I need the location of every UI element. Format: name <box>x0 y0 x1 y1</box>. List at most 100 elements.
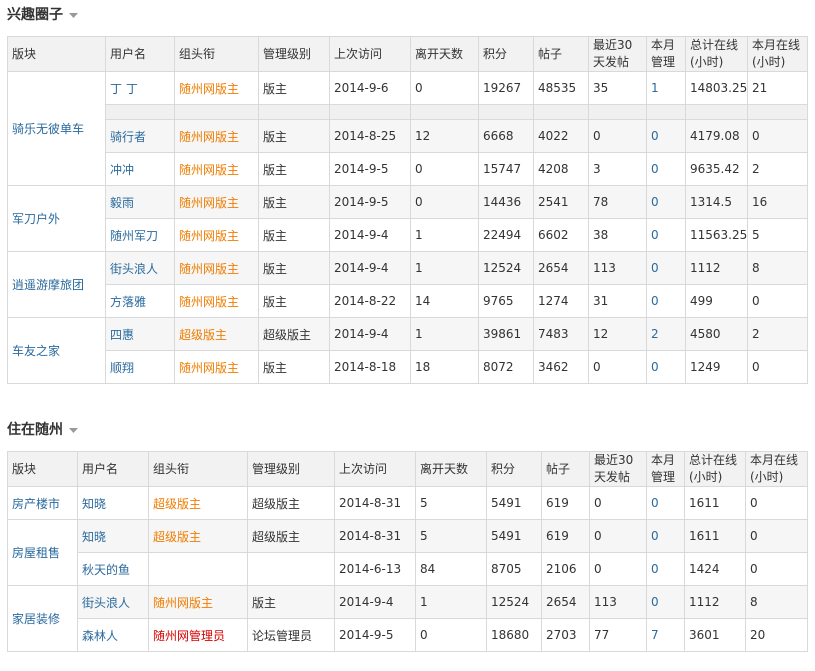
total-online-cell: 14803.25 <box>685 71 748 105</box>
forum-name-link[interactable]: 逍遥游摩旅团 <box>7 251 106 318</box>
rank-title-cell[interactable]: 超级版主 <box>148 519 248 553</box>
rank-title-cell[interactable]: 随州网版主 <box>174 119 259 153</box>
spacer-cell <box>533 104 589 120</box>
forum-name-link[interactable]: 房产楼市 <box>7 486 78 520</box>
column-header-total-online[interactable]: 总计在线(小时) <box>685 36 748 72</box>
table-row: 家居装修 街头浪人 随州网版主 版主 2014-9-4 1 12524 2654 113 0 111… <box>7 585 808 652</box>
username-cell[interactable]: 随州军刀 <box>105 218 175 252</box>
column-header-forum[interactable]: 版块 <box>7 36 106 72</box>
username-cell[interactable]: 秋天的鱼 <box>77 552 149 586</box>
monthly-online-cell: 2 <box>747 317 808 351</box>
column-header-forum[interactable]: 版块 <box>7 451 78 487</box>
posts-cell: 7483 <box>533 317 589 351</box>
column-header-recent-posts[interactable]: 最近30天发帖 <box>589 451 647 487</box>
last-visit-cell: 2014-8-25 <box>329 119 411 153</box>
monthly-online-cell: 0 <box>745 519 808 553</box>
column-header-username[interactable]: 用户名 <box>105 36 175 72</box>
column-header-last-visit[interactable]: 上次访问 <box>334 451 416 487</box>
table-row: 方落雅 随州网版主 版主 2014-8-22 14 9765 1274 31 0 499 0 <box>8 284 808 318</box>
rank-title-cell[interactable]: 随州网版主 <box>174 185 259 219</box>
spacer-cell <box>105 104 175 120</box>
username-cell[interactable]: 冲冲 <box>105 152 175 186</box>
last-visit-cell: 2014-6-13 <box>334 552 416 586</box>
rank-title-cell[interactable]: 超级版主 <box>148 486 248 520</box>
posts-cell: 6602 <box>533 218 589 252</box>
username-cell[interactable]: 街头浪人 <box>105 251 175 285</box>
section-title-live-in-suizhou[interactable]: 住在随州 <box>7 420 78 440</box>
posts-cell: 2106 <box>541 552 590 586</box>
points-cell: 14436 <box>478 185 534 219</box>
spacer-cell <box>174 104 259 120</box>
username-cell[interactable]: 方落雅 <box>105 284 175 318</box>
days-away-cell: 0 <box>410 71 479 105</box>
username-cell[interactable]: 四惠 <box>105 317 175 351</box>
column-header-posts[interactable]: 帖子 <box>533 36 589 72</box>
section-title-interest-circle[interactable]: 兴趣圈子 <box>7 5 78 25</box>
forum-name-link[interactable]: 房屋租售 <box>7 519 78 586</box>
username-cell[interactable]: 骑行者 <box>105 119 175 153</box>
username-cell[interactable]: 街头浪人 <box>77 585 149 619</box>
rank-title-cell[interactable] <box>148 552 248 586</box>
column-header-rank-title[interactable]: 组头衔 <box>174 36 259 72</box>
monthly-admin-cell: 0 <box>646 284 686 318</box>
forum-name-link[interactable]: 军刀户外 <box>7 185 106 252</box>
points-cell: 8705 <box>486 552 542 586</box>
total-online-cell: 11563.25 <box>685 218 748 252</box>
caret-down-icon[interactable] <box>69 420 78 440</box>
username-cell[interactable]: 知晓 <box>77 519 149 553</box>
posts-cell: 4208 <box>533 152 589 186</box>
username-cell[interactable]: 森林人 <box>77 618 149 652</box>
username-cell[interactable]: 丁 丁 <box>105 71 175 105</box>
username-cell[interactable]: 顺翔 <box>105 350 175 384</box>
column-header-monthly-online[interactable]: 本月在线(小时) <box>747 36 808 72</box>
rank-title-cell[interactable]: 随州网版主 <box>174 71 259 105</box>
column-header-admin-level[interactable]: 管理级别 <box>247 451 335 487</box>
username-cell[interactable]: 毅雨 <box>105 185 175 219</box>
column-header-monthly-admin[interactable]: 本月管理 <box>646 451 685 487</box>
username-cell[interactable]: 知晓 <box>77 486 149 520</box>
table-row: 森林人 随州网管理员 论坛管理员 2014-9-5 0 18680 2703 77 7 3601 2… <box>8 618 808 652</box>
column-header-recent-posts[interactable]: 最近30天发帖 <box>588 36 647 72</box>
column-header-days-away[interactable]: 离开天数 <box>410 36 479 72</box>
forum-name-link[interactable]: 家居装修 <box>7 585 78 652</box>
column-header-last-visit[interactable]: 上次访问 <box>329 36 411 72</box>
column-header-days-away[interactable]: 离开天数 <box>415 451 487 487</box>
rank-title-cell[interactable]: 随州网版主 <box>174 350 259 384</box>
days-away-cell: 1 <box>410 317 479 351</box>
rank-title-cell[interactable]: 随州网管理员 <box>148 618 248 652</box>
total-online-cell: 9635.42 <box>685 152 748 186</box>
last-visit-cell: 2014-9-4 <box>329 317 411 351</box>
rank-title-cell[interactable]: 随州网版主 <box>174 218 259 252</box>
forum-moderator-table-2: 版块 用户名 组头衔 管理级别 上次访问 离开天数 积分 帖子 最近30天发帖 本月管理 总计在线(… <box>7 451 808 652</box>
monthly-online-cell: 0 <box>745 552 808 586</box>
rank-title-cell[interactable]: 随州网版主 <box>174 284 259 318</box>
monthly-admin-cell: 0 <box>646 218 686 252</box>
column-header-total-online[interactable]: 总计在线(小时) <box>684 451 746 487</box>
column-header-rank-title[interactable]: 组头衔 <box>148 451 248 487</box>
total-online-cell: 1112 <box>685 251 748 285</box>
table-row: 军刀户外 毅雨 随州网版主 版主 2014-9-5 0 14436 2541 78 0 1314.5… <box>7 185 808 252</box>
column-header-monthly-admin[interactable]: 本月管理 <box>646 36 686 72</box>
caret-down-icon[interactable] <box>69 5 78 25</box>
table-header-row: 版块 用户名 组头衔 管理级别 上次访问 离开天数 积分 帖子 最近30天发帖 本月管理 总计在线(… <box>7 451 808 487</box>
rank-title-cell[interactable]: 随州网版主 <box>148 585 248 619</box>
monthly-admin-cell: 0 <box>646 585 685 619</box>
last-visit-cell: 2014-9-5 <box>329 152 411 186</box>
rank-title-cell[interactable]: 随州网版主 <box>174 152 259 186</box>
rank-title-cell[interactable]: 超级版主 <box>174 317 259 351</box>
monthly-admin-cell: 0 <box>646 486 685 520</box>
days-away-cell: 12 <box>410 119 479 153</box>
column-header-points[interactable]: 积分 <box>478 36 534 72</box>
column-header-monthly-online[interactable]: 本月在线(小时) <box>745 451 808 487</box>
last-visit-cell: 2014-8-22 <box>329 284 411 318</box>
forum-name-link[interactable]: 骑乐无彼单车 <box>7 71 106 186</box>
days-away-cell: 0 <box>410 152 479 186</box>
column-header-posts[interactable]: 帖子 <box>541 451 590 487</box>
column-header-admin-level[interactable]: 管理级别 <box>258 36 330 72</box>
rank-title-cell[interactable]: 随州网版主 <box>174 251 259 285</box>
column-header-points[interactable]: 积分 <box>486 451 542 487</box>
monthly-online-cell: 0 <box>747 119 808 153</box>
admin-level-cell: 版主 <box>258 185 330 219</box>
forum-name-link[interactable]: 车友之家 <box>7 317 106 384</box>
column-header-username[interactable]: 用户名 <box>77 451 149 487</box>
